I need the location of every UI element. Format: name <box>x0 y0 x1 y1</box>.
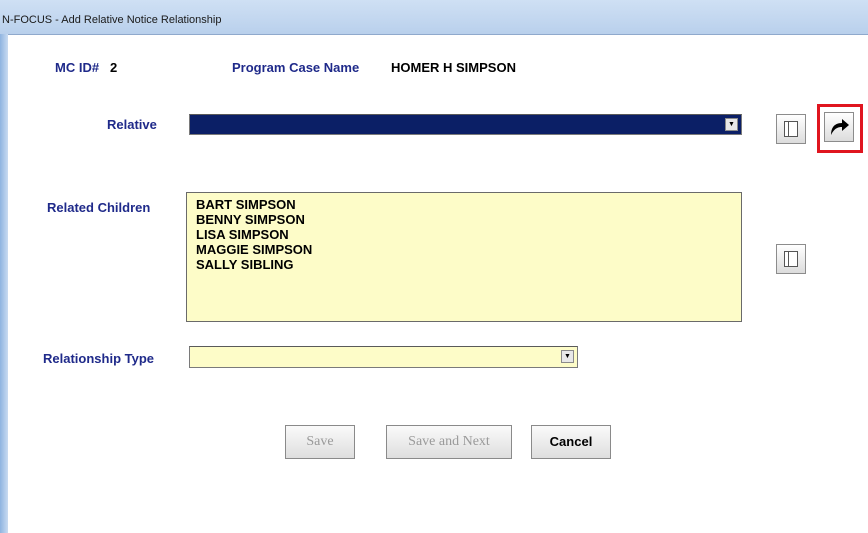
chevron-down-icon[interactable]: ▼ <box>561 350 574 363</box>
relative-detail-button[interactable] <box>776 114 806 144</box>
mc-id-value: 2 <box>110 60 118 75</box>
list-item[interactable]: LISA SIMPSON <box>187 227 741 242</box>
program-case-name-value: HOMER H SIMPSON <box>391 60 516 75</box>
cancel-button[interactable]: Cancel <box>531 425 611 459</box>
chevron-down-icon[interactable]: ▼ <box>725 118 738 131</box>
dialog-window: N-FOCUS - Add Relative Notice Relationsh… <box>0 0 868 533</box>
relative-dropdown[interactable]: ▼ <box>189 114 742 135</box>
related-children-label: Related Children <box>47 200 151 215</box>
relative-label: Relative <box>107 117 157 132</box>
related-children-detail-button[interactable] <box>776 244 806 274</box>
list-item[interactable]: SALLY SIBLING <box>187 257 741 272</box>
next-button[interactable] <box>824 112 854 142</box>
relationship-type-label: Relationship Type <box>43 351 154 366</box>
related-children-list[interactable]: BART SIMPSON BENNY SIMPSON LISA SIMPSON … <box>186 192 742 322</box>
window-title: N-FOCUS - Add Relative Notice Relationsh… <box>2 14 222 26</box>
save-button[interactable]: Save <box>285 425 355 459</box>
relationship-type-dropdown[interactable]: ▼ <box>189 346 578 368</box>
list-item[interactable]: MAGGIE SIMPSON <box>187 242 741 257</box>
program-case-name-label: Program Case Name <box>232 60 360 75</box>
list-item[interactable]: BENNY SIMPSON <box>187 212 741 227</box>
arrow-right-curved-icon <box>831 119 849 135</box>
mc-id-label: MC ID# <box>55 60 100 75</box>
document-icon <box>784 251 798 267</box>
save-and-next-button[interactable]: Save and Next <box>386 425 512 459</box>
title-bar: N-FOCUS - Add Relative Notice Relationsh… <box>0 0 868 35</box>
window-left-border <box>0 34 8 533</box>
list-item[interactable]: BART SIMPSON <box>187 197 741 212</box>
document-icon <box>784 121 798 137</box>
